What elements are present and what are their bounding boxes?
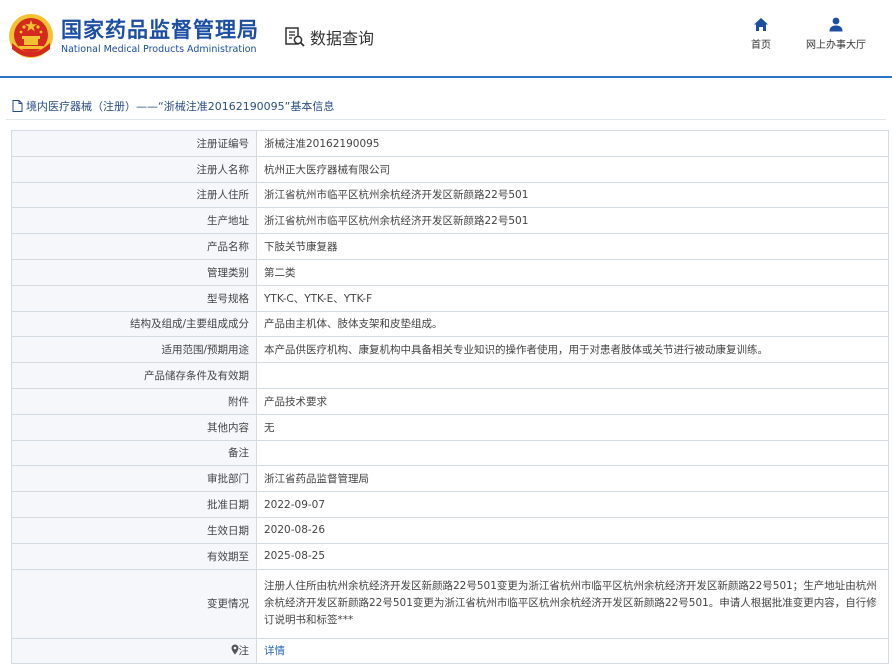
row-label: 变更情况 bbox=[11, 568, 257, 639]
header-divider bbox=[0, 76, 892, 78]
row-label: 批准日期 bbox=[11, 491, 257, 518]
row-value: 浙江省杭州市临平区杭州余杭经济开发区新颜路22号501 bbox=[256, 181, 889, 209]
row-label: 有效期至 bbox=[11, 542, 257, 570]
row-value: 本产品供医疗机构、康复机构中具备相关专业知识的操作者使用，用于对患者肢体或关节进… bbox=[256, 336, 889, 364]
row-label: 注册人名称 bbox=[11, 155, 257, 183]
row-value: 第二类 bbox=[256, 258, 889, 286]
row-label: 产品名称 bbox=[11, 233, 257, 260]
document-icon bbox=[12, 100, 23, 112]
table-row: 注册证编号 浙械注准20162190095 bbox=[11, 130, 889, 157]
row-value: 下肢关节康复器 bbox=[256, 233, 889, 260]
table-row: 备注 bbox=[11, 439, 889, 467]
breadcrumb-text: 境内医疗器械（注册）——“浙械注准20162190095”基本信息 bbox=[26, 100, 335, 113]
table-row-note: 注 详情 bbox=[11, 637, 889, 664]
table-row: 注册人名称 杭州正大医疗器械有限公司 bbox=[11, 155, 889, 183]
row-label: 生产地址 bbox=[11, 207, 257, 235]
table-row: 附件 产品技术要求 bbox=[11, 387, 889, 415]
table-row: 产品名称 下肢关节康复器 bbox=[11, 233, 889, 260]
row-value: 浙江省药品监督管理局 bbox=[256, 465, 889, 493]
site-title: 国家药品监督管理局 bbox=[61, 18, 259, 42]
row-label: 审批部门 bbox=[11, 465, 257, 493]
site-title-en: National Medical Products Administration bbox=[61, 44, 257, 55]
note-value-cell: 详情 bbox=[256, 637, 889, 664]
row-label: 管理类别 bbox=[11, 258, 257, 286]
pin-icon bbox=[231, 644, 238, 655]
table-row: 其他内容无 bbox=[11, 413, 889, 441]
note-label-cell: 注 bbox=[11, 637, 257, 664]
table-row: 有效期至 2025-08-25 bbox=[11, 542, 889, 570]
registration-detail-table: 注册证编号 浙械注准20162190095 注册人名称 杭州正大医疗器械有限公司 注… bbox=[11, 130, 889, 664]
nav-home-label: 首页 bbox=[751, 40, 771, 51]
nav-home[interactable]: 首页 bbox=[751, 17, 771, 51]
table-row: 审批部门 浙江省药品监督管理局 bbox=[11, 465, 889, 493]
table-row: 生产地址 浙江省杭州市临平区杭州余杭经济开发区新颜路22号501 bbox=[11, 207, 889, 235]
breadcrumb: 境内医疗器械（注册）——“浙械注准20162190095”基本信息 bbox=[12, 98, 334, 114]
row-label: 注册证编号 bbox=[11, 130, 257, 157]
row-label: 结构及组成/主要组成成分 bbox=[11, 310, 257, 338]
nav-online-service[interactable]: 网上办事大厅 bbox=[806, 17, 866, 51]
table-row: 注册人住所 浙江省杭州市临平区杭州余杭经济开发区新颜路22号501 bbox=[11, 181, 889, 209]
row-label: 备注 bbox=[11, 439, 257, 467]
row-label: 附件 bbox=[11, 387, 257, 415]
data-query-section: 数据查询 bbox=[284, 24, 374, 50]
table-row: 结构及组成/主要组成成分 产品由主机体、肢体支架和皮垫组成。 bbox=[11, 310, 889, 338]
table-row: 管理类别 第二类 bbox=[11, 258, 889, 286]
table-row: 批准日期 2022-09-07 bbox=[11, 491, 889, 518]
table-row: 产品储存条件及有效期 bbox=[11, 362, 889, 389]
table-row: 适用范围/预期用途 本产品供医疗机构、康复机构中具备相关专业知识的操作者使用，用于… bbox=[11, 336, 889, 364]
national-emblem-icon bbox=[9, 14, 53, 58]
row-value: 2025-08-25 bbox=[256, 542, 889, 570]
user-icon bbox=[829, 17, 843, 32]
row-value: 浙械注准20162190095 bbox=[256, 130, 889, 157]
row-value bbox=[256, 362, 889, 389]
nav-online-service-label: 网上办事大厅 bbox=[806, 40, 866, 51]
row-value: 产品技术要求 bbox=[256, 387, 889, 415]
row-value: 浙江省杭州市临平区杭州余杭经济开发区新颜路22号501 bbox=[256, 207, 889, 235]
row-value: 无 bbox=[256, 413, 889, 441]
row-label: 其他内容 bbox=[11, 413, 257, 441]
row-value: 产品由主机体、肢体支架和皮垫组成。 bbox=[256, 310, 889, 338]
site-header: 国家药品监督管理局 National Medical Products Admi… bbox=[0, 0, 892, 76]
document-search-icon bbox=[285, 27, 305, 47]
home-icon bbox=[754, 18, 768, 31]
row-value: 杭州正大医疗器械有限公司 bbox=[256, 155, 889, 183]
details-link[interactable]: 详情 bbox=[264, 645, 285, 657]
table-row: 型号规格 YTK-C、YTK-E、YTK-F bbox=[11, 284, 889, 312]
row-label: 适用范围/预期用途 bbox=[11, 336, 257, 364]
note-label: 注 bbox=[238, 645, 250, 658]
row-label: 注册人住所 bbox=[11, 181, 257, 209]
breadcrumb-divider bbox=[6, 119, 886, 120]
row-value: 2020-08-26 bbox=[256, 516, 889, 544]
row-label: 产品储存条件及有效期 bbox=[11, 362, 257, 389]
table-row-change: 变更情况 注册人住所由杭州余杭经济开发区新颜路22号501变更为浙江省杭州市临平区… bbox=[11, 568, 889, 639]
table-row: 生效日期 2020-08-26 bbox=[11, 516, 889, 544]
change-description: 注册人住所由杭州余杭经济开发区新颜路22号501变更为浙江省杭州市临平区杭州余杭… bbox=[256, 568, 889, 639]
data-query-label: 数据查询 bbox=[310, 29, 375, 48]
row-label: 型号规格 bbox=[11, 284, 257, 312]
row-label: 生效日期 bbox=[11, 516, 257, 544]
row-value: 2022-09-07 bbox=[256, 491, 889, 518]
row-value bbox=[256, 439, 889, 467]
row-value: YTK-C、YTK-E、YTK-F bbox=[256, 284, 889, 312]
